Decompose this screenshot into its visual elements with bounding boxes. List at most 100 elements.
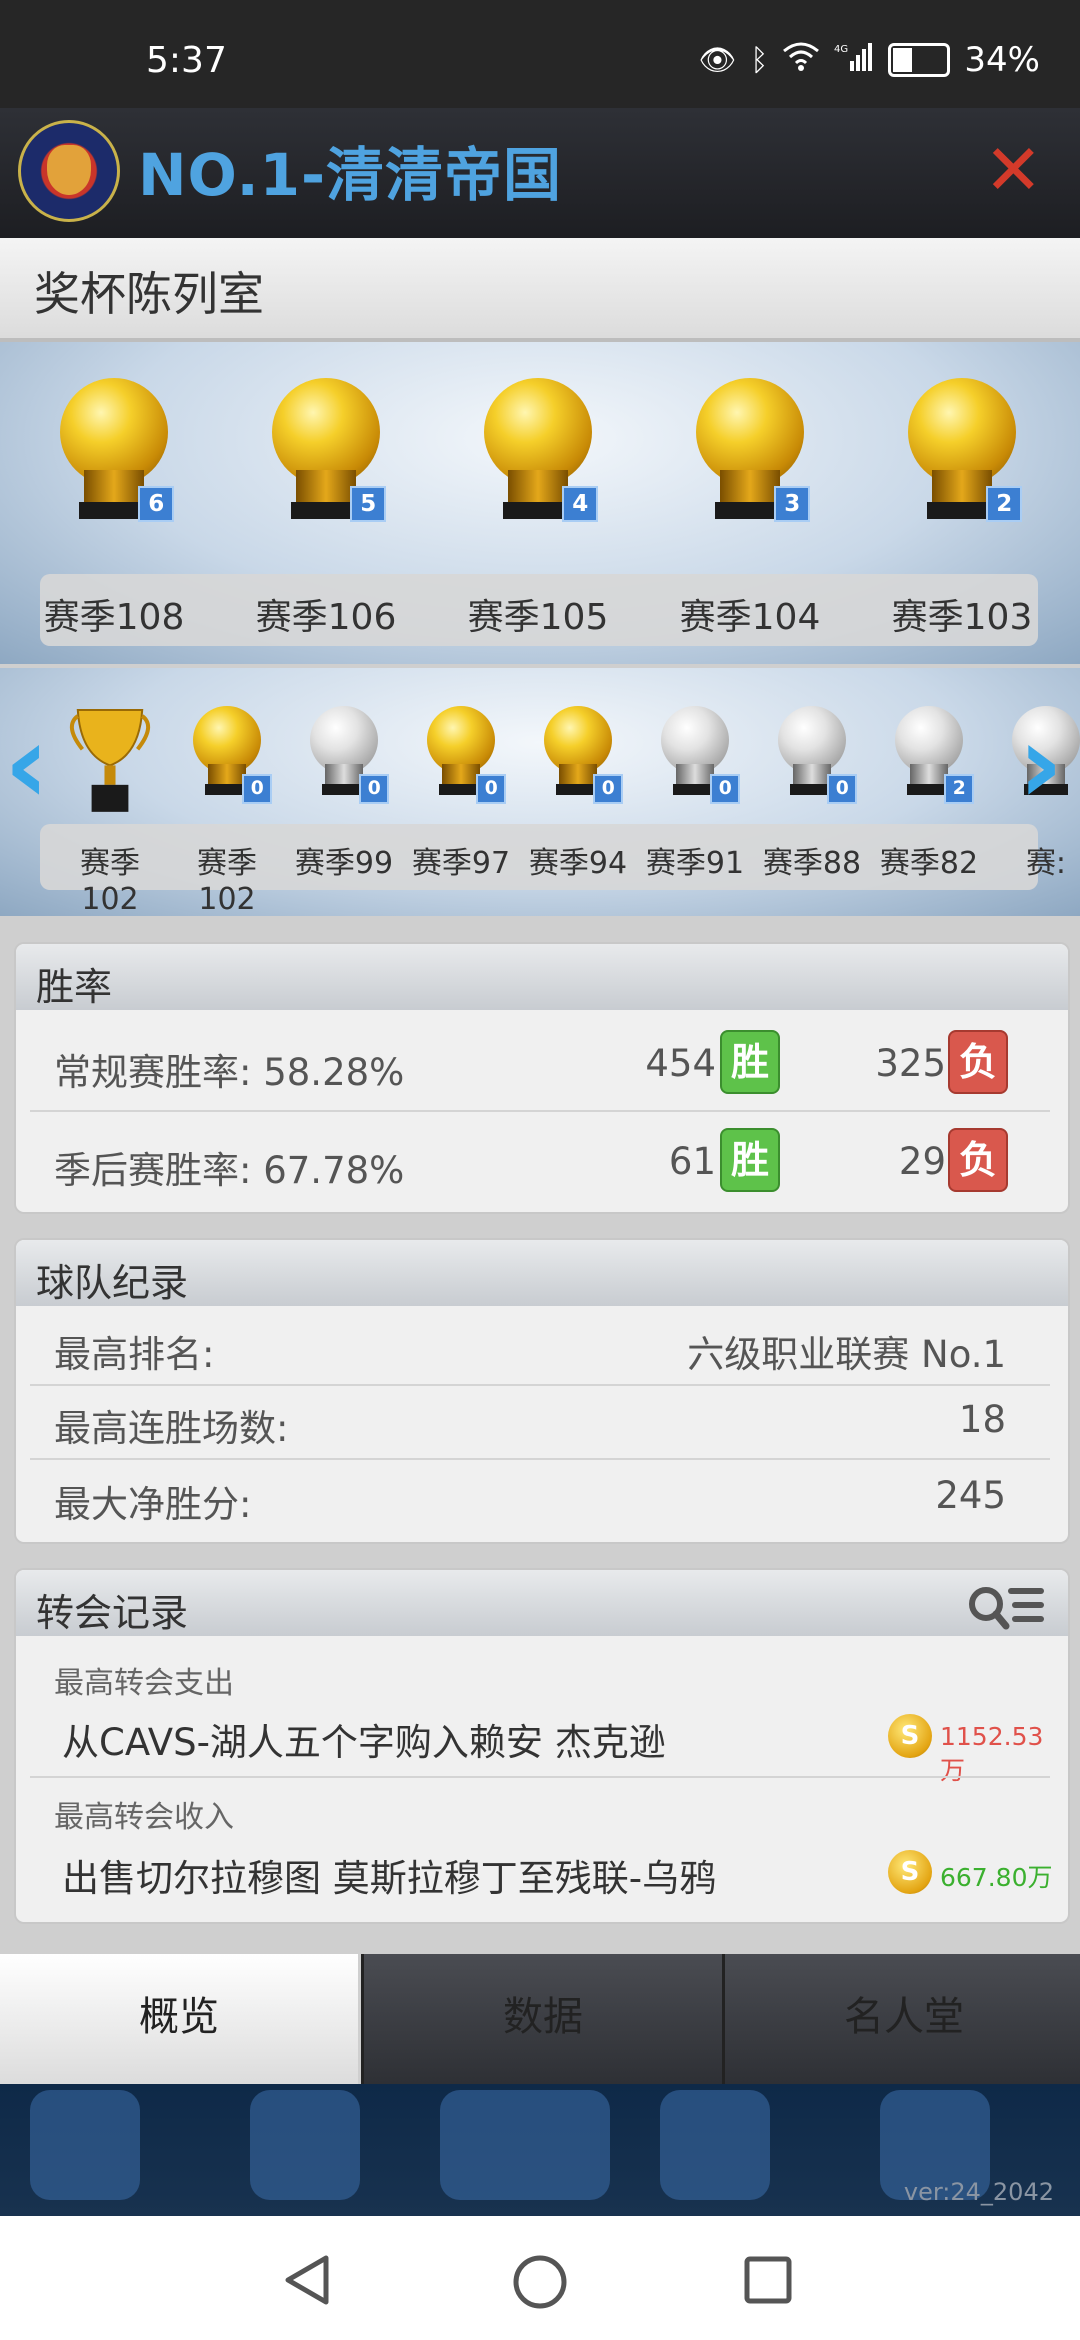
- trophy-count-badge: 3: [774, 486, 811, 522]
- loss-badge: 负: [948, 1030, 1008, 1094]
- tab-data[interactable]: 数据: [361, 1954, 722, 2084]
- signal-icon: 4G: [834, 41, 874, 79]
- trophy-season-label: 赛季91: [645, 846, 745, 881]
- trophy-stand: [676, 763, 714, 785]
- trophy-count-badge: 0: [710, 774, 741, 804]
- trophy-stand: [296, 469, 356, 503]
- trophy-count-badge: 0: [242, 774, 273, 804]
- trophy-count-badge: 6: [138, 486, 175, 522]
- playoff-wins: 61: [668, 1140, 716, 1183]
- status-icons: 👁 ᛒ 4G 34%: [698, 40, 1040, 80]
- trophy-season-label: 赛季82: [879, 846, 979, 881]
- trophy-season-label: 赛季104: [679, 597, 821, 638]
- trophy-count-badge: 0: [476, 774, 507, 804]
- trophy-stand: [559, 763, 597, 785]
- trophy-stand: [442, 763, 480, 785]
- bottom-tab-bar: 概览 数据 名人堂: [0, 1954, 1080, 2084]
- divider: [30, 1384, 1050, 1386]
- scroll-left-arrow-icon[interactable]: ‹: [4, 700, 49, 828]
- trophy-stand: [325, 763, 363, 785]
- team-logo: [18, 120, 120, 222]
- menu-icon: [30, 2090, 140, 2200]
- tab-hall-of-fame[interactable]: 名人堂: [722, 1954, 1080, 2084]
- trophy-season-label: 赛季108: [43, 597, 185, 638]
- coin-icon: S: [888, 1850, 932, 1894]
- win-rate-header: [16, 944, 1068, 1010]
- battery-icon: [888, 43, 951, 77]
- team-record-title: 球队纪录: [36, 1261, 189, 1305]
- longest-streak-value: 18: [958, 1398, 1006, 1441]
- trophy-stand: [793, 763, 831, 785]
- best-rank-value: 六级职业联赛 No.1: [687, 1333, 1006, 1376]
- trophy-season-label: 赛:: [1025, 846, 1067, 881]
- trophy-stand: [932, 469, 992, 503]
- status-bar: 5:37 👁 ᛒ 4G 34%: [0, 0, 1080, 108]
- trophy-season-label: 赛季88: [762, 846, 862, 881]
- trophy-stand: [508, 469, 568, 503]
- divider: [30, 1110, 1050, 1112]
- divider: [30, 1458, 1050, 1460]
- close-icon[interactable]: ✕: [984, 135, 1043, 205]
- top-income-amount: 667.80万: [940, 1863, 1053, 1892]
- battery-percent: 34%: [964, 40, 1040, 80]
- trophy-season-label: 赛季102: [80, 846, 140, 916]
- coin-icon: S: [888, 1714, 932, 1758]
- trophy-cup-icon: [69, 709, 151, 812]
- wifi-icon: [782, 41, 820, 79]
- trophy-stand: [84, 469, 144, 503]
- win-badge: 胜: [720, 1030, 780, 1094]
- trophy-season-label: 赛季103: [891, 597, 1033, 638]
- playoff-losses: 29: [898, 1140, 946, 1183]
- trophy-season-label: 赛季102: [197, 846, 257, 916]
- trophy-stand: [910, 763, 948, 785]
- top-spend-detail: 从CAVS-湖人五个字购入赖安 杰克逊: [62, 1721, 666, 1764]
- trophy-season-label: 赛季99: [294, 846, 394, 881]
- back-icon[interactable]: [282, 2254, 332, 2306]
- loss-badge: 负: [948, 1128, 1008, 1192]
- trophy-count-badge: 0: [359, 774, 390, 804]
- divider: [30, 1776, 1050, 1778]
- tab-overview[interactable]: 概览: [0, 1954, 358, 2084]
- status-time: 5:37: [146, 40, 227, 81]
- trophy-count-badge: 5: [350, 486, 387, 522]
- trophy-count-badge: 0: [593, 774, 624, 804]
- recents-icon[interactable]: [744, 2256, 792, 2304]
- transfer-record-panel: 转会记录 最高转会支出 从CAVS-湖人五个字购入赖安 杰克逊 S 1152.5…: [14, 1568, 1070, 1924]
- search-list-icon[interactable]: [966, 1582, 1050, 1636]
- menu-icon: [250, 2090, 360, 2200]
- max-margin-value: 245: [935, 1474, 1006, 1517]
- trophy-bottom-row: 赛季102 0 赛季102 0 赛季99 0 赛季97 0 赛季94 0 赛季91 0 赛季88 2 赛季8…: [0, 668, 1080, 916]
- trophy-count-badge: 2: [986, 486, 1023, 522]
- regular-wins: 454: [645, 1042, 716, 1085]
- trophy-season-label: 赛季106: [255, 597, 397, 638]
- team-name: NO.1-清清帝国: [138, 141, 563, 209]
- trophy-stand: [208, 763, 246, 785]
- system-nav-bar: [0, 2216, 1080, 2340]
- menu-icon: [660, 2090, 770, 2200]
- max-margin-label: 最大净胜分:: [54, 1483, 252, 1526]
- trophy-count-badge: 4: [562, 486, 599, 522]
- regular-season-rate: 常规赛胜率: 58.28%: [54, 1051, 405, 1094]
- home-icon[interactable]: [512, 2254, 568, 2310]
- eye-icon: 👁: [698, 42, 737, 78]
- playoff-rate: 季后赛胜率: 67.78%: [54, 1149, 405, 1192]
- trophy-season-label: 赛季105: [467, 597, 609, 638]
- win-rate-title: 胜率: [36, 965, 113, 1009]
- top-income-detail: 出售切尔拉穆图 莫斯拉穆丁至残联-乌鸦: [62, 1857, 717, 1900]
- trophy-season-label: 赛季97: [411, 846, 511, 881]
- trophy-season-label: 赛季94: [528, 846, 628, 881]
- trophy-room-title: 奖杯陈列室: [34, 267, 264, 321]
- win-rate-panel: 胜率 常规赛胜率: 58.28% 454 胜 325 负 季后赛胜率: 67.7…: [14, 942, 1070, 1214]
- menu-icon: [440, 2090, 610, 2200]
- top-spend-label: 最高转会支出: [54, 1666, 234, 1701]
- transfer-record-title: 转会记录: [36, 1591, 189, 1635]
- scroll-right-arrow-icon[interactable]: ›: [1018, 700, 1063, 828]
- trophy-count-badge: 2: [944, 774, 975, 804]
- bluetooth-icon: ᛒ: [750, 42, 769, 78]
- network-type: 4G: [834, 44, 848, 55]
- version-label: ver:24_2042: [903, 2178, 1054, 2206]
- best-rank-label: 最高排名:: [54, 1333, 215, 1376]
- trophy-top-row: 6 赛季108 5 赛季106 4 赛季105 3 赛季104 2 赛季103: [0, 342, 1080, 664]
- win-badge: 胜: [720, 1128, 780, 1192]
- trophy-count-badge: 0: [827, 774, 858, 804]
